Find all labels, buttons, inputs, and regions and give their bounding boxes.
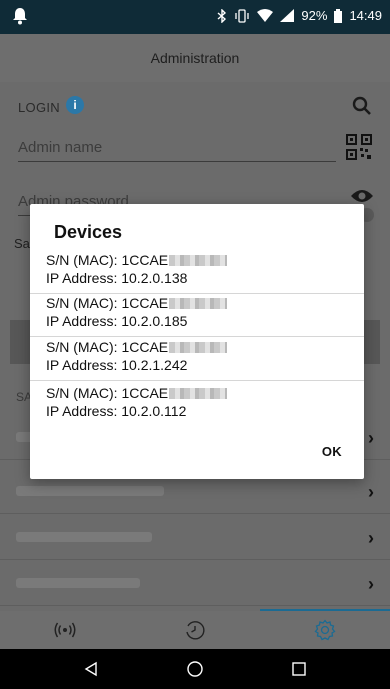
- tab-settings[interactable]: [260, 609, 390, 649]
- device-ip: IP Address: 10.2.1.242: [46, 357, 188, 373]
- battery-icon: [334, 8, 343, 23]
- search-icon[interactable]: [352, 96, 372, 116]
- redacted-mac: [169, 388, 228, 399]
- vibrate-icon: [235, 8, 250, 23]
- qr-code-icon[interactable]: [346, 134, 372, 160]
- redacted-mac: [169, 298, 228, 309]
- list-item[interactable]: ›: [0, 562, 390, 606]
- login-label: LOGIN: [18, 100, 60, 115]
- home-icon[interactable]: [186, 660, 204, 678]
- dialog-title: Devices: [54, 222, 123, 242]
- clock: 14:49: [349, 8, 382, 23]
- notification-bell-icon: [13, 8, 27, 25]
- device-ip: IP Address: 10.2.0.138: [46, 270, 188, 286]
- list-item[interactable]: ›: [0, 516, 390, 560]
- system-nav-bar: [0, 649, 390, 689]
- redacted-text: [16, 532, 152, 542]
- device-serial: S/N (MAC): 1CCAE: [46, 339, 169, 355]
- login-row: LOGIN i: [18, 92, 378, 122]
- device-item[interactable]: S/N (MAC): 1CCAE IP Address: 10.2.0.112: [30, 381, 364, 427]
- device-item[interactable]: S/N (MAC): 1CCAE IP Address: 10.2.0.138: [30, 248, 364, 294]
- redacted-text: [16, 486, 164, 496]
- info-icon[interactable]: i: [66, 96, 84, 114]
- recents-icon[interactable]: [291, 661, 307, 677]
- chevron-right-icon: ›: [368, 574, 374, 594]
- wifi-icon: [257, 9, 274, 22]
- bluetooth-icon: [217, 8, 227, 23]
- device-item[interactable]: S/N (MAC): 1CCAE IP Address: 10.2.0.185: [30, 291, 364, 337]
- bottom-nav: [0, 609, 390, 649]
- partial-setting-label: Sa: [14, 236, 30, 251]
- devices-dialog: Devices S/N (MAC): 1CCAE IP Address: 10.…: [30, 204, 364, 479]
- device-serial: S/N (MAC): 1CCAE: [46, 252, 169, 268]
- status-bar: 92% 14:49: [0, 0, 390, 34]
- device-serial: S/N (MAC): 1CCAE: [46, 385, 169, 401]
- back-icon[interactable]: [83, 661, 99, 677]
- battery-percent: 92%: [301, 8, 328, 23]
- gear-icon: [314, 619, 336, 641]
- signal-icon: [280, 9, 295, 22]
- app-header: Administration: [0, 34, 390, 82]
- device-ip: IP Address: 10.2.0.112: [46, 403, 187, 419]
- admin-name-field[interactable]: Admin name: [18, 134, 336, 162]
- redacted-mac: [169, 342, 228, 353]
- tab-broadcast[interactable]: [0, 611, 130, 649]
- broadcast-icon: [54, 622, 76, 638]
- chevron-right-icon: ›: [368, 428, 374, 448]
- ok-button[interactable]: OK: [322, 444, 342, 459]
- redacted-mac: [169, 255, 228, 266]
- tab-history[interactable]: [130, 611, 260, 649]
- device-serial: S/N (MAC): 1CCAE: [46, 295, 169, 311]
- history-icon: [186, 621, 205, 640]
- chevron-right-icon: ›: [368, 482, 374, 502]
- eye-icon[interactable]: [350, 188, 374, 204]
- device-item[interactable]: S/N (MAC): 1CCAE IP Address: 10.2.1.242: [30, 335, 364, 381]
- redacted-text: [16, 578, 140, 588]
- page-title: Administration: [150, 50, 240, 66]
- device-ip: IP Address: 10.2.0.185: [46, 313, 188, 329]
- admin-name-placeholder: Admin name: [18, 139, 103, 156]
- chevron-right-icon: ›: [368, 528, 374, 548]
